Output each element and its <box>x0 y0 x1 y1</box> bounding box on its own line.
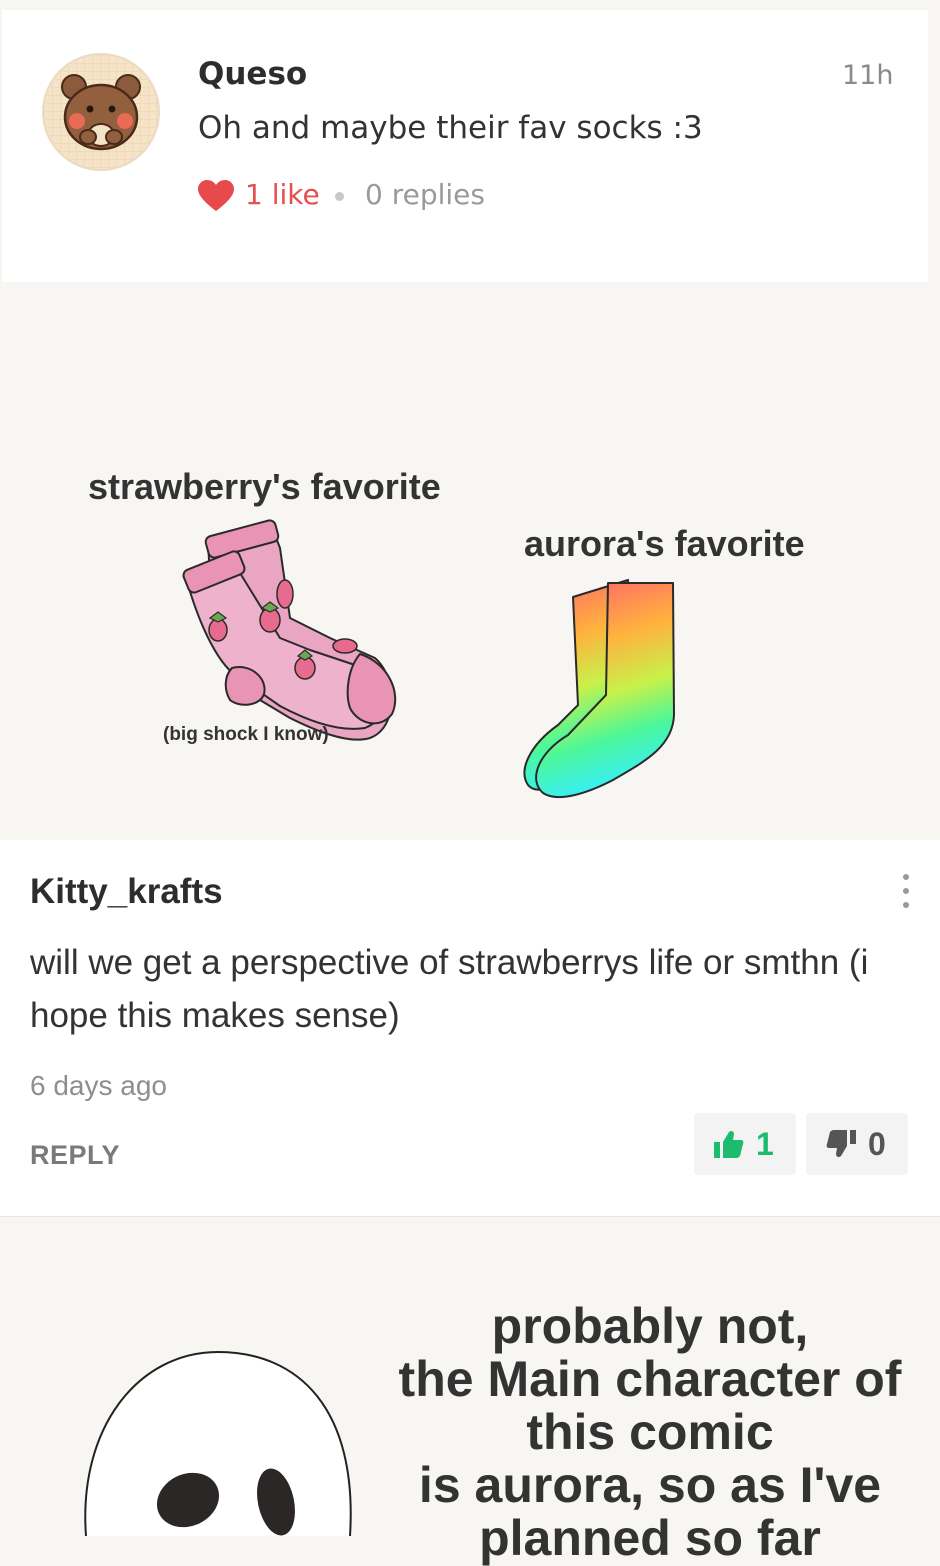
reply-line: is aurora, so as I've <box>418 1457 882 1513</box>
comment-author[interactable]: Kitty_krafts <box>30 872 223 912</box>
reply-count[interactable]: 0 replies <box>365 178 485 211</box>
comment-text: Oh and maybe their fav socks :3 <box>198 110 703 146</box>
aurora-label: aurora's favorite <box>524 523 805 564</box>
reply-button[interactable]: REPLY <box>30 1140 120 1171</box>
downvote-count: 0 <box>868 1126 886 1162</box>
comment-card-queso: Queso 11h Oh and maybe their fav socks :… <box>2 10 928 282</box>
rainbow-sock-illustration <box>523 579 675 798</box>
upvote-button[interactable]: 1 <box>694 1113 796 1175</box>
comment-time: 11h <box>842 60 894 91</box>
strawberry-label: strawberry's favorite <box>88 466 441 507</box>
comment-text: will we get a perspective of strawberrys… <box>30 943 869 1035</box>
strawberry-socks-illustration <box>182 519 397 741</box>
caption-text: (big shock I know) <box>163 724 329 745</box>
upvote-count: 1 <box>756 1126 774 1162</box>
thumbs-down-icon <box>826 1130 856 1158</box>
reply-line: planned so far <box>479 1510 821 1566</box>
thumbs-up-icon <box>714 1130 744 1158</box>
more-options-icon[interactable] <box>898 874 914 914</box>
ghost-character-illustration <box>84 1350 352 1536</box>
avatar[interactable] <box>42 53 160 171</box>
reply-line: the Main character of <box>398 1351 902 1407</box>
comment-time: 6 days ago <box>30 1070 167 1101</box>
separator-dot <box>335 192 344 201</box>
comment-author[interactable]: Queso <box>198 56 307 92</box>
comment-card-kitty: Kitty_krafts will we get a perspective o… <box>0 840 940 1217</box>
reply-panel-text: probably not, the Main character of this… <box>380 1300 920 1565</box>
like-count[interactable]: 1 like <box>245 178 320 211</box>
reply-line: probably not, <box>491 1298 809 1354</box>
reply-line: this comic <box>526 1404 774 1460</box>
heart-icon[interactable] <box>198 180 234 212</box>
downvote-button[interactable]: 0 <box>806 1113 908 1175</box>
